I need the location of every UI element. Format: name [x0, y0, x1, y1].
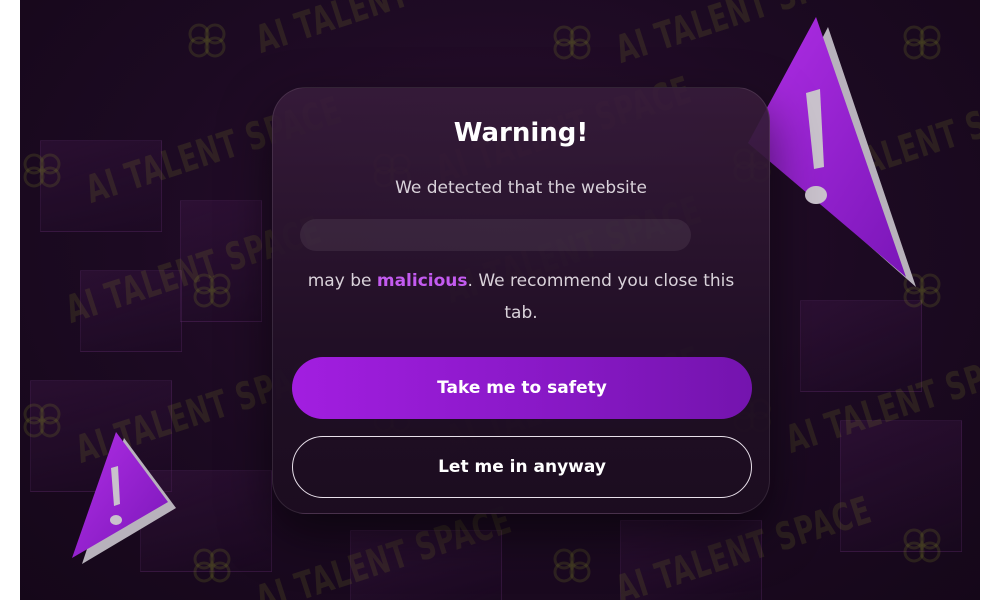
background-cube [620, 520, 762, 600]
take-me-to-safety-button[interactable]: Take me to safety [292, 357, 752, 419]
brain-logo-icon [188, 23, 226, 58]
dialog-subtitle: We detected that the website [395, 178, 647, 198]
let-me-in-anyway-button[interactable]: Let me in anyway [292, 436, 752, 498]
background-cube [840, 420, 962, 552]
message-prefix: may be [307, 271, 377, 291]
background-cube [40, 140, 162, 232]
dialog-message: may be malicious. We recommend you close… [293, 265, 749, 329]
background-cube [80, 270, 182, 352]
dialog-title: Warning! [453, 118, 589, 148]
warning-triangle-icon [72, 432, 176, 564]
background-cube [800, 300, 922, 392]
background-stage: AI TALENT SPACE AI TALENT SPACE AI TALEN… [20, 0, 980, 600]
warning-dialog: Warning! We detected that the website ma… [272, 87, 770, 514]
brain-logo-icon [553, 25, 591, 60]
watermark-text: AI TALENT SPACE [250, 0, 517, 62]
background-cube [350, 530, 502, 600]
background-cube [180, 200, 262, 322]
message-suffix: . We recommend you close this tab. [467, 271, 735, 323]
malicious-highlight: malicious [376, 271, 468, 291]
website-url-field [300, 219, 691, 251]
brain-logo-icon [553, 548, 591, 583]
